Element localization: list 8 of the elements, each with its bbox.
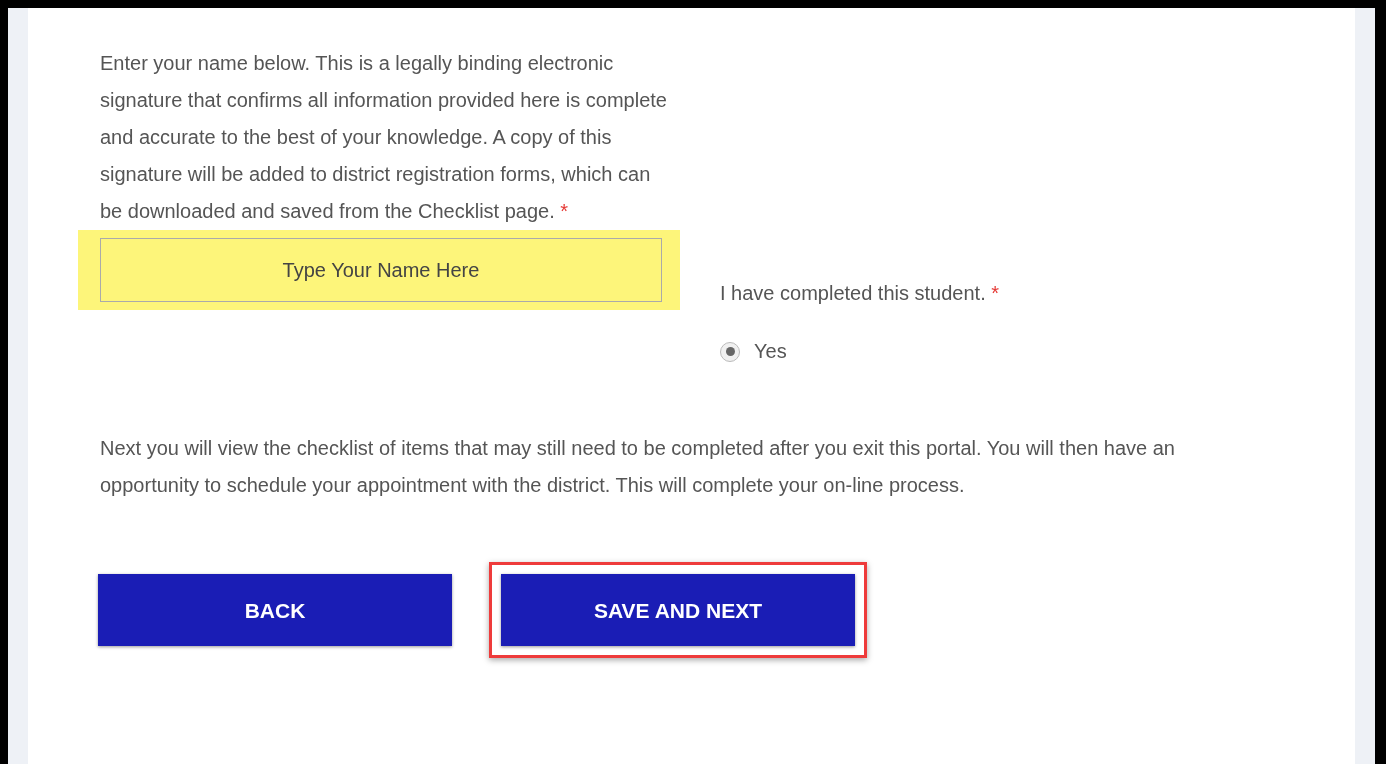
nav-button[interactable]: SAVE AND NEXT [501, 574, 855, 646]
completion-label: I have completed this student. * [720, 281, 1000, 306]
signature-instructions: Enter your name below. This is a legally binding electronic signature that confirms all information provided here is complete and accurate to the best of your knowledge. A copy of this signature will be added to district registration forms, which can be downloaded and saved from the Checklist page. * [100, 51, 668, 224]
radio-label[interactable]: Yes [754, 333, 787, 370]
radio-button[interactable] [720, 341, 740, 362]
next-steps-note: Next you will view the checklist of items that may still need to be completed after you exit this portal. You will then have an opportunity to schedule your appointment with the district. This will complete your on-line process. [100, 436, 1176, 498]
name-input-field[interactable]: Type Your Name Here [100, 238, 662, 302]
nav-button[interactable]: BACK [98, 574, 452, 646]
